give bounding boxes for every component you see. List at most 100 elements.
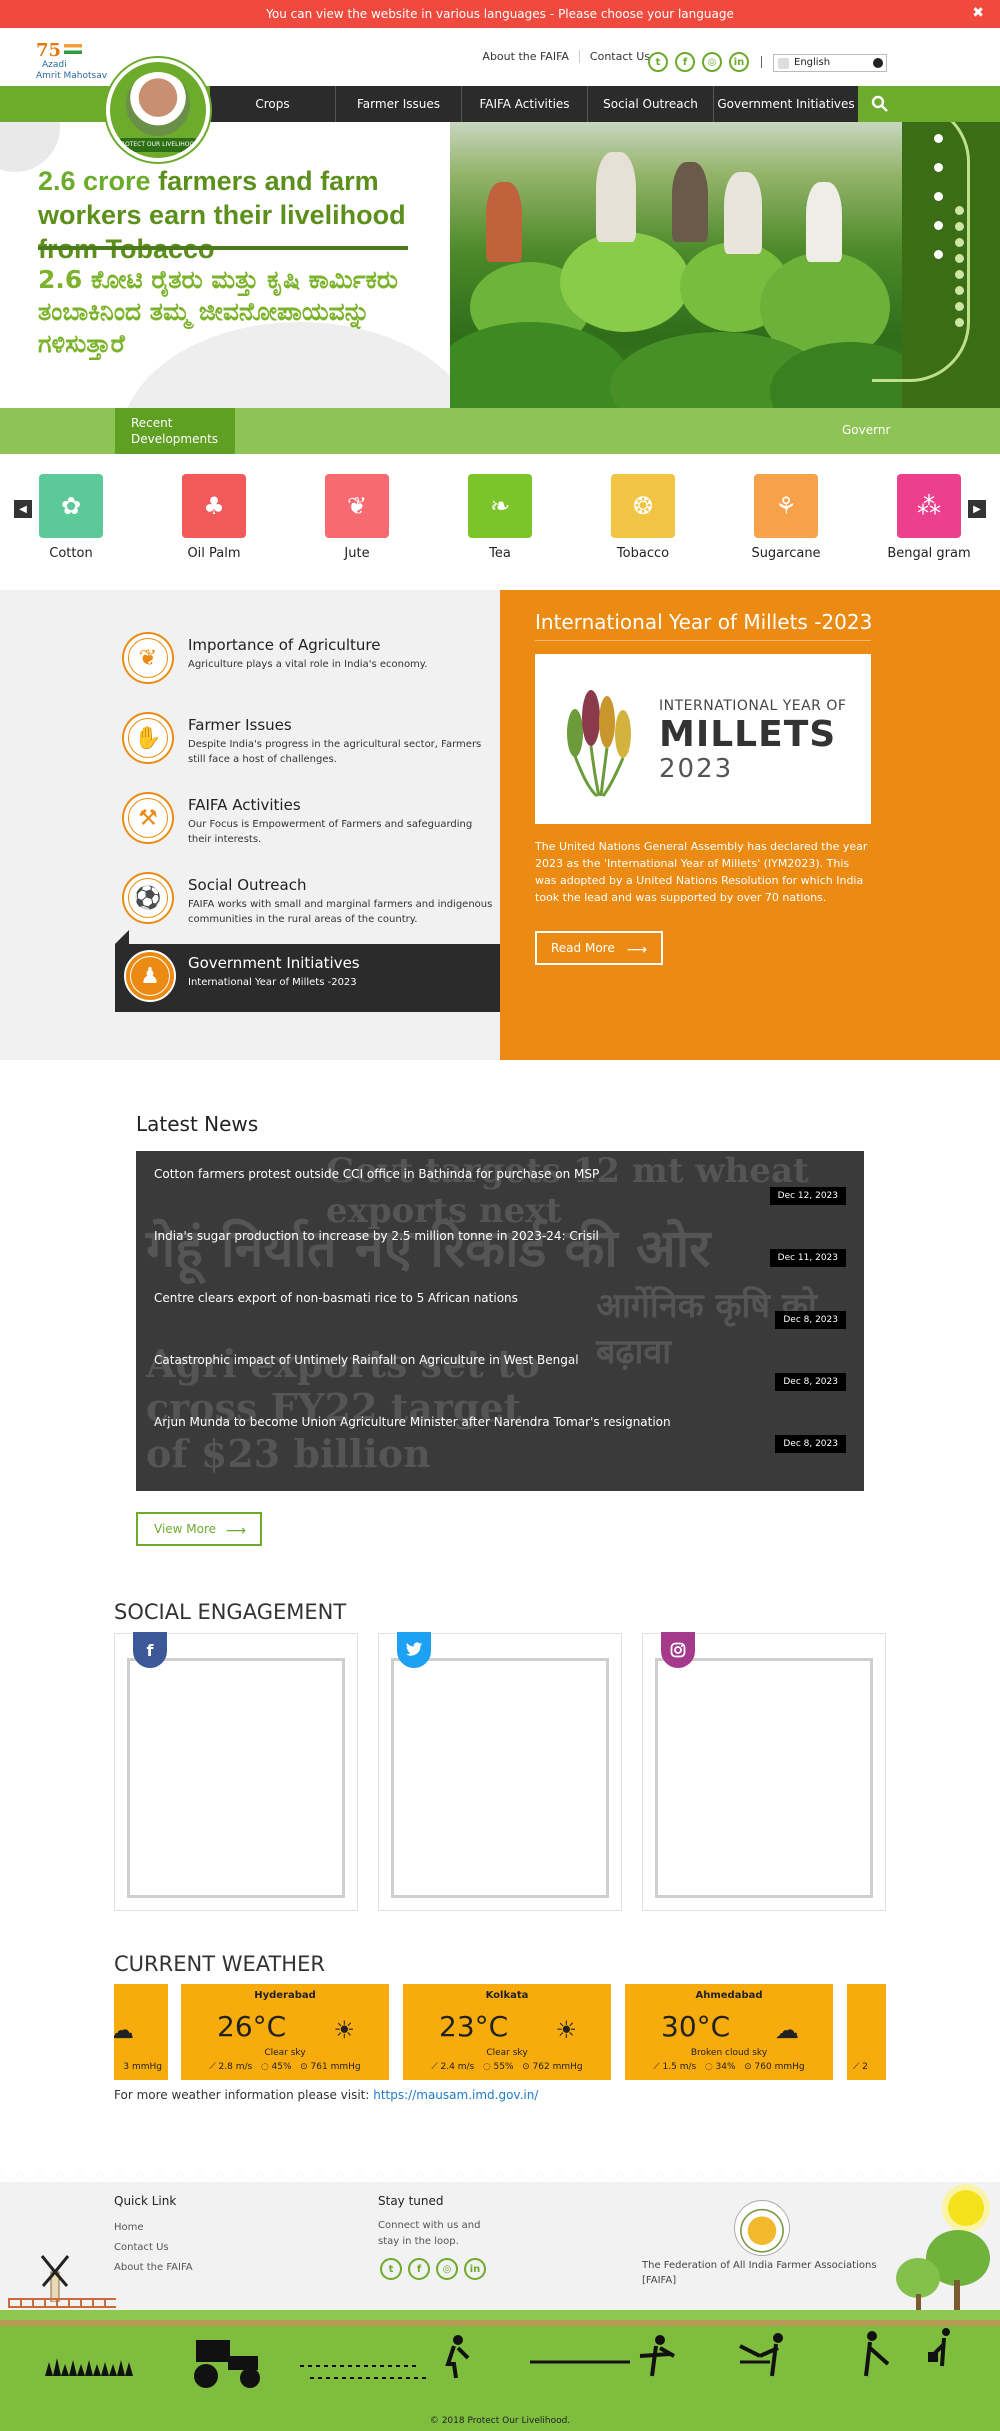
crop-name: Jute: [344, 546, 370, 561]
protect-our-livelihood-logo[interactable]: PROTECT OUR LIVELIHOOD: [106, 58, 210, 162]
news-date-badge: Dec 8, 2023: [775, 1373, 846, 1391]
news-item[interactable]: Cotton farmers protest outside CCI offic…: [136, 1151, 864, 1213]
feature-government-initiatives[interactable]: ♟ Government Initiatives International Y…: [115, 944, 523, 1012]
nav-item-crops[interactable]: Crops: [210, 86, 336, 122]
crops-carousel: ◀ ✿ Cotton ♣ Oil Palm ❦ Jute ❧ Tea ❂ Tob…: [0, 454, 1000, 590]
feature-title: Farmer Issues: [188, 716, 292, 734]
faifa-logo[interactable]: [734, 2200, 790, 2256]
hero-kannada-highlight: 2.6 ಕೋಟಿ: [38, 265, 143, 294]
weather-sky: Clear sky: [486, 2048, 528, 2058]
weather-temp: 30°C: [661, 2010, 731, 2043]
hero-banner: 2.6 crore farmers and farm workers earn …: [0, 122, 1000, 408]
facebook-icon[interactable]: f: [133, 1632, 167, 1668]
crop-card-cotton[interactable]: ✿ Cotton: [26, 474, 116, 561]
linkedin-icon[interactable]: in: [464, 2258, 486, 2280]
weather-pressure: 761 mmHg: [310, 2062, 361, 2072]
weather-stats: ⟋ 2.8 m/s ◌ 45% ⊙ 761 mmHg: [181, 2062, 389, 2072]
azadi-ka-amrit-mahotsav-logo[interactable]: 75 Azadi Amrit Mahotsav: [36, 40, 116, 84]
pressure-icon: ⊙: [300, 2062, 311, 2072]
feature-farmer-issues[interactable]: ✋ Farmer Issues Despite India's progress…: [122, 706, 502, 774]
nav-item-social-outreach[interactable]: Social Outreach: [588, 86, 714, 122]
slide-dot[interactable]: [934, 192, 943, 201]
language-select-value: English: [794, 57, 831, 68]
view-more-button[interactable]: View More ⟶: [136, 1512, 262, 1546]
close-icon[interactable]: ✖: [972, 5, 984, 21]
recent-developments-ticker[interactable]: Governr: [842, 423, 890, 437]
about-faifa-link[interactable]: About the FAIFA: [472, 50, 580, 63]
wheat-icon: ❦: [122, 632, 174, 684]
news-headline[interactable]: Catastrophic impact of Untimely Rainfall…: [154, 1353, 579, 1367]
weather-card-kolkata: Kolkata 23°C ☀ Clear sky ⟋ 2.4 m/s ◌ 55%…: [403, 1984, 611, 2080]
sun-illustration: [948, 2190, 984, 2226]
search-icon[interactable]: [866, 90, 894, 118]
facebook-icon[interactable]: f: [408, 2258, 430, 2280]
humidity-icon: ◌: [704, 2062, 716, 2072]
crop-name: Bengal gram: [887, 546, 971, 561]
news-headline[interactable]: Cotton farmers protest outside CCI offic…: [154, 1167, 599, 1181]
news-headline[interactable]: India's sugar production to increase by …: [154, 1229, 599, 1243]
crop-card-jute[interactable]: ❦ Jute: [312, 474, 402, 561]
twitter-feed-frame[interactable]: [391, 1658, 609, 1898]
news-headline[interactable]: Centre clears export of non-basmati rice…: [154, 1291, 518, 1305]
farmer-tools-icon: ⚒: [122, 792, 174, 844]
language-select[interactable]: English: [773, 54, 887, 72]
instagram-icon[interactable]: [661, 1632, 695, 1668]
weather-stats: ⟋ 2.4 m/s ◌ 55% ⊙ 762 mmHg: [403, 2062, 611, 2072]
linkedin-icon[interactable]: in: [729, 52, 749, 72]
wind-icon: ⟋: [653, 2062, 663, 2072]
nav-item-faifa-activities[interactable]: FAIFA Activities: [462, 86, 588, 122]
news-item[interactable]: India's sugar production to increase by …: [136, 1213, 864, 1275]
feature-social-outreach[interactable]: ⚽ Social Outreach FAIFA works with small…: [122, 866, 502, 934]
feature-faifa-activities[interactable]: ⚒ FAIFA Activities Our Focus is Empowerm…: [122, 786, 502, 854]
millets-banner-line2: MILLETS: [659, 714, 837, 755]
millets-divider: [535, 640, 871, 641]
chevron-down-icon: [873, 58, 883, 68]
slide-dot[interactable]: [934, 163, 943, 172]
crop-card-tobacco[interactable]: ❂ Tobacco: [598, 474, 688, 561]
slide-dot[interactable]: [934, 134, 943, 143]
nav-item-government-initiatives[interactable]: Government Initiatives: [714, 86, 858, 122]
facebook-icon[interactable]: f: [675, 52, 695, 72]
nav-item-farmer-issues[interactable]: Farmer Issues: [336, 86, 462, 122]
instagram-icon[interactable]: ◎: [436, 2258, 458, 2280]
slide-dot[interactable]: [934, 221, 943, 230]
news-item[interactable]: Catastrophic impact of Untimely Rainfall…: [136, 1337, 864, 1399]
crop-card-sugarcane[interactable]: ⚘ Sugarcane: [741, 474, 831, 561]
crop-card-oil-palm[interactable]: ♣ Oil Palm: [169, 474, 259, 561]
facebook-feed-frame[interactable]: [127, 1658, 345, 1898]
instagram-feed-box: [642, 1632, 886, 1911]
footer-link-contact-us[interactable]: Contact Us: [114, 2242, 169, 2253]
instagram-feed-frame[interactable]: [655, 1658, 873, 1898]
twitter-icon[interactable]: t: [380, 2258, 402, 2280]
crop-card-bengal-gram[interactable]: ⁂ Bengal gram: [884, 474, 974, 561]
weather-pressure: 762 mmHg: [532, 2062, 583, 2072]
instagram-icon[interactable]: ◎: [702, 52, 722, 72]
crop-card-tea[interactable]: ❧ Tea: [455, 474, 545, 561]
news-headline[interactable]: Arjun Munda to become Union Agriculture …: [154, 1415, 671, 1429]
footer-wave-decor: [0, 2170, 1000, 2182]
crop-name: Sugarcane: [751, 546, 821, 561]
sugarcane-icon: ⚘: [754, 474, 818, 538]
recent-developments-label: Recent Developments: [115, 408, 235, 454]
oil-palm-icon: ♣: [182, 474, 246, 538]
twitter-icon[interactable]: t: [648, 52, 668, 72]
footer-link-about-faifa[interactable]: About the FAIFA: [114, 2262, 193, 2273]
millets-title: International Year of Millets -2023: [535, 610, 873, 634]
feature-importance-of-agriculture[interactable]: ❦ Importance of Agriculture Agriculture …: [122, 626, 502, 694]
sun-icon: ☀: [555, 2016, 577, 2044]
twitter-icon[interactable]: [397, 1632, 431, 1668]
weather-wind: 2: [862, 2062, 868, 2072]
news-item[interactable]: Arjun Munda to become Union Agriculture …: [136, 1399, 864, 1461]
read-more-button[interactable]: Read More ⟶: [535, 931, 663, 965]
slide-dot[interactable]: [934, 250, 943, 259]
weather-humidity: 55%: [493, 2062, 514, 2072]
weather-pressure: 3 mmHg: [123, 2062, 162, 2072]
footer-link-home[interactable]: Home: [114, 2222, 144, 2233]
hero-english-highlight: 2.6 crore: [38, 166, 151, 196]
imd-link[interactable]: https://mausam.imd.gov.in/: [373, 2088, 538, 2102]
news-date-badge: Dec 11, 2023: [769, 1249, 846, 1267]
carousel-next-icon[interactable]: ▶: [968, 500, 986, 518]
choose-language-link[interactable]: Please choose your language: [558, 7, 734, 21]
weather-wind: 2.4 m/s: [440, 2062, 475, 2072]
news-item[interactable]: Centre clears export of non-basmati rice…: [136, 1275, 864, 1337]
